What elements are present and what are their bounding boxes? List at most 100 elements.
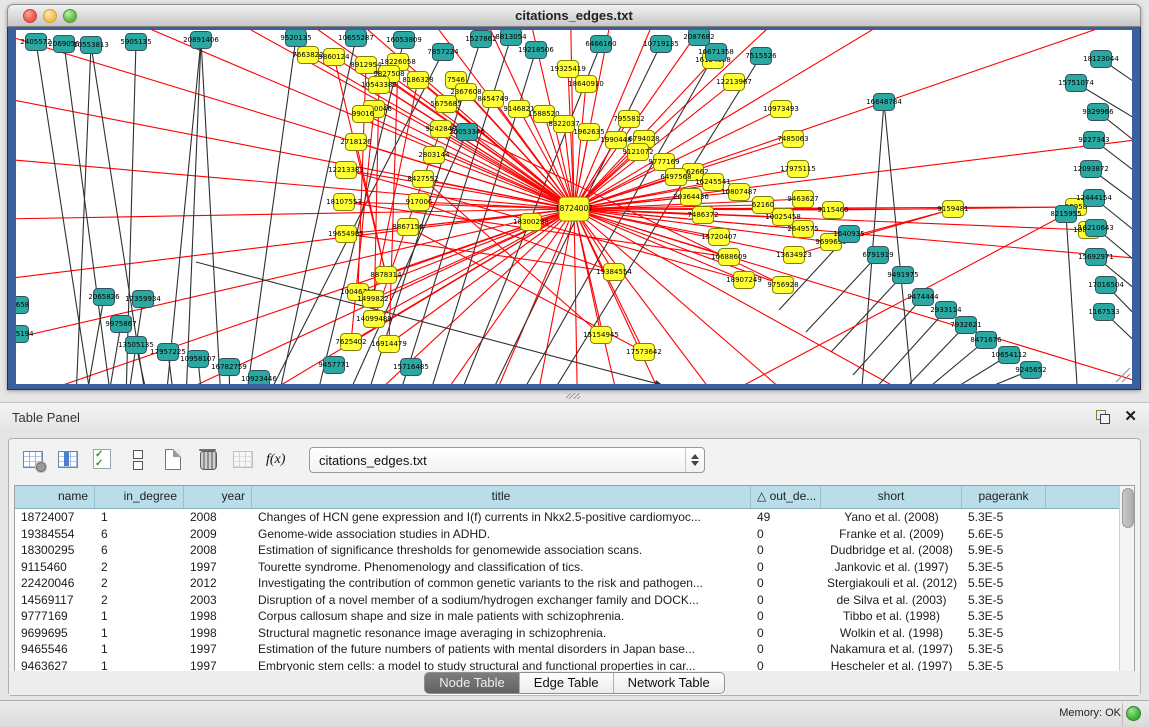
table-row[interactable]: 977716911998Corpus callosum shape and si… [15, 608, 1134, 625]
graph-node[interactable]: 62160 [752, 197, 774, 214]
graph-node[interactable]: 917006 [406, 194, 433, 211]
table-row[interactable]: 946554611997Estimation of the future num… [15, 641, 1134, 658]
graph-node[interactable]: 8186328 [402, 72, 433, 89]
graph-node[interactable]: 10923446 [241, 371, 277, 385]
horizontal-splitter[interactable] [0, 390, 1149, 402]
graph-node[interactable]: 19325419 [550, 61, 586, 78]
graph-node[interactable]: 10958107 [180, 351, 216, 368]
graph-edge[interactable] [574, 84, 586, 209]
graph-node[interactable]: 2718126 [340, 134, 372, 151]
graph-edge[interactable] [574, 209, 601, 335]
graph-edge[interactable] [76, 45, 91, 384]
graph-edge[interactable] [831, 275, 903, 352]
graph-node[interactable]: 18123044 [1083, 51, 1119, 68]
column-header-pagerank[interactable]: pagerank [962, 486, 1046, 508]
splitter-grip-icon[interactable] [566, 393, 580, 399]
graph-edge[interactable] [86, 297, 104, 384]
graph-node[interactable]: 16914479 [371, 336, 407, 353]
graph-node[interactable]: 10807487 [721, 184, 757, 201]
graph-node[interactable]: 12213967 [716, 74, 752, 91]
graph-node[interactable]: 10654112 [991, 347, 1027, 364]
function-builder-icon[interactable]: f(x) [266, 448, 292, 472]
graph-node[interactable]: 9463627 [787, 191, 818, 208]
graph-node[interactable]: 13505135 [118, 337, 154, 354]
graph-node[interactable]: 17975115 [780, 161, 816, 178]
graph-edge[interactable] [389, 74, 574, 209]
graph-node[interactable]: 9329966 [1082, 104, 1114, 121]
graph-node[interactable]: 7932621 [950, 317, 981, 334]
network-canvas[interactable]: 1872400776638229860124891295418226058982… [16, 30, 1132, 384]
column-header-name[interactable]: name [15, 486, 95, 508]
graph-node[interactable]: 13634923 [776, 247, 812, 264]
network-window-titlebar[interactable]: citations_edges.txt [7, 4, 1141, 27]
graph-node[interactable]: 16648784 [866, 94, 902, 111]
graph-node[interactable]: 1167533 [1088, 304, 1119, 321]
graph-node[interactable]: 17957225 [150, 344, 186, 361]
table-settings-icon[interactable] [21, 448, 47, 472]
graph-node-hub[interactable]: 18724007 [555, 197, 593, 221]
graph-node[interactable]: 2933114 [930, 302, 962, 319]
column-header-short[interactable]: short [821, 486, 962, 508]
graph-node[interactable]: 7955812 [613, 111, 644, 128]
graph-node[interactable]: 18907249 [726, 272, 762, 289]
column-header-title[interactable]: title [252, 486, 751, 508]
row-height-icon[interactable] [126, 448, 152, 472]
column-header-indegree[interactable]: in_degree [95, 486, 184, 508]
graph-node[interactable]: 99016 [352, 106, 375, 123]
table-selector-dropdown[interactable]: citations_edges.txt [309, 447, 705, 473]
table-row[interactable]: 2242004622012Investigating the contribut… [15, 575, 1134, 592]
graph-node[interactable]: 8471676 [970, 332, 1002, 349]
graph-edge[interactable] [16, 30, 574, 209]
table-row[interactable]: 1872400712008Changes of HCN gene express… [15, 509, 1134, 526]
graph-node[interactable]: 14099489 [356, 311, 392, 328]
graph-edge[interactable] [884, 102, 913, 384]
graph-edge[interactable] [574, 30, 1062, 209]
graph-node[interactable]: 9115460 [817, 202, 848, 219]
select-columns-icon[interactable]: ✓✓ [91, 448, 117, 472]
graph-node[interactable]: 8454749 [477, 91, 508, 108]
graph-node[interactable]: 9756928 [767, 277, 798, 294]
float-panel-icon[interactable] [1096, 410, 1111, 425]
graph-node[interactable]: 9159481 [937, 201, 968, 218]
graph-edge[interactable] [894, 325, 966, 384]
graph-node[interactable]: 7515526 [745, 48, 777, 65]
column-header-year[interactable]: year [184, 486, 252, 508]
graph-node[interactable]: 16053809 [386, 32, 422, 49]
table-row[interactable]: 1938455462009Genome-wide association stu… [15, 526, 1134, 543]
graph-node[interactable]: 6791919 [862, 247, 893, 264]
graph-node[interactable]: 1962635 [573, 124, 604, 141]
tab-node-table[interactable]: Node Table [425, 673, 520, 693]
graph-node[interactable]: 17573642 [626, 344, 662, 361]
graph-node[interactable]: 16782759 [211, 359, 247, 376]
graph-node[interactable]: 15751074 [1058, 75, 1094, 92]
graph-edge[interactable] [16, 30, 574, 209]
graph-node[interactable]: 10553813 [73, 37, 109, 54]
tab-edge-table[interactable]: Edge Table [520, 673, 614, 693]
delete-table-icon[interactable] [196, 448, 222, 472]
graph-node[interactable]: 12093872 [1073, 161, 1109, 178]
graph-edge[interactable] [196, 262, 662, 384]
graph-node[interactable]: 9975867 [105, 316, 136, 333]
graph-edge[interactable] [16, 209, 574, 361]
graph-node[interactable]: 10719135 [643, 36, 679, 53]
graph-edge[interactable] [36, 42, 91, 384]
graph-edge[interactable] [166, 40, 201, 384]
graph-edge[interactable] [246, 38, 296, 384]
graph-edge[interactable] [16, 30, 574, 209]
graph-node[interactable]: 9245652 [1015, 362, 1046, 379]
graph-edge[interactable] [64, 44, 111, 384]
graph-node[interactable]: 10688609 [711, 249, 747, 266]
table-row[interactable]: 969969511998Structural magnetic resonanc… [15, 625, 1134, 642]
column-header-outde[interactable]: △ out_de... [751, 486, 821, 508]
graph-edge[interactable] [16, 30, 574, 209]
graph-edge[interactable] [16, 30, 574, 209]
graph-edge[interactable] [914, 340, 986, 384]
graph-node[interactable]: 2065826 [88, 289, 120, 306]
table-row[interactable]: 1830029562008Estimation of significance … [15, 542, 1134, 559]
graph-edge[interactable] [574, 57, 1132, 209]
graph-node[interactable]: 17016504 [1088, 277, 1124, 294]
table-row[interactable]: 911546021997Tourette syndrome. Phenomeno… [15, 559, 1134, 576]
graph-node[interactable]: 5905135 [120, 34, 151, 51]
graph-edge[interactable] [16, 30, 574, 209]
graph-edge[interactable] [1066, 214, 1078, 384]
